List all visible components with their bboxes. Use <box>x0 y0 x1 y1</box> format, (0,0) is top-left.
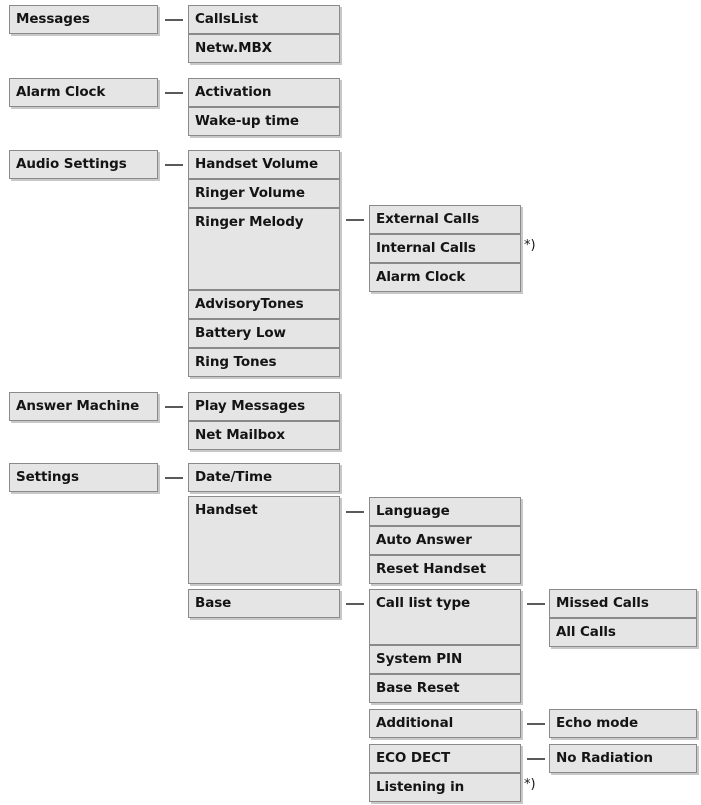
menu-node[interactable]: All Calls <box>549 618 697 647</box>
menu-node[interactable]: Handset <box>188 496 340 584</box>
menu-node-label: Messages <box>16 11 90 27</box>
menu-node-label: ECO DECT <box>376 750 451 766</box>
menu-node-label: Netw.MBX <box>195 40 272 56</box>
menu-node-label: Net Mailbox <box>195 427 285 443</box>
menu-node[interactable]: ECO DECT <box>369 744 521 773</box>
menu-node-label: Listening in <box>376 779 465 795</box>
menu-node[interactable]: Listening in <box>369 773 521 802</box>
menu-node[interactable]: Net Mailbox <box>188 421 340 450</box>
tree-connector <box>346 219 364 221</box>
menu-node-label: Alarm Clock <box>376 269 466 285</box>
menu-node[interactable]: AdvisoryTones <box>188 290 340 319</box>
menu-node-label: Additional <box>376 715 454 731</box>
menu-node[interactable]: Ringer Volume <box>188 179 340 208</box>
menu-node-label: Base <box>195 595 232 611</box>
menu-node[interactable]: Wake-up time <box>188 107 340 136</box>
menu-node-label: AdvisoryTones <box>195 296 304 312</box>
tree-connector <box>165 92 183 94</box>
menu-node-label: Base Reset <box>376 680 460 696</box>
menu-node-label: Date/Time <box>195 469 273 485</box>
menu-node[interactable]: Alarm Clock <box>9 78 158 107</box>
menu-tree-diagram: Messages CallsList Netw.MBX Alarm Clock Acti… <box>0 0 701 805</box>
tree-connector <box>165 406 183 408</box>
menu-node-label: System PIN <box>376 651 463 667</box>
menu-node-label: Settings <box>16 469 79 485</box>
menu-node[interactable]: CallsList <box>188 5 340 34</box>
menu-node[interactable]: External Calls <box>369 205 521 234</box>
menu-node-label: Internal Calls <box>376 240 476 256</box>
menu-node[interactable]: Ring Tones <box>188 348 340 377</box>
tree-connector <box>527 603 545 605</box>
menu-node[interactable]: Answer Machine <box>9 392 158 421</box>
tree-connector <box>346 511 364 513</box>
tree-connector <box>165 164 183 166</box>
tree-connector <box>165 19 183 21</box>
menu-node[interactable]: Audio Settings <box>9 150 158 179</box>
menu-node-label: Echo mode <box>556 715 639 731</box>
menu-node-label: Battery Low <box>195 325 286 341</box>
menu-node-label: Audio Settings <box>16 156 127 172</box>
menu-node[interactable]: Battery Low <box>188 319 340 348</box>
menu-node[interactable]: Auto Answer <box>369 526 521 555</box>
menu-node[interactable]: Missed Calls <box>549 589 697 618</box>
menu-node-label: No Radiation <box>556 750 653 766</box>
tree-connector <box>527 758 545 760</box>
menu-node-label: Missed Calls <box>556 595 649 611</box>
menu-node-label: Call list type <box>376 595 471 611</box>
menu-node-label: Activation <box>195 84 272 100</box>
menu-node[interactable]: System PIN <box>369 645 521 674</box>
menu-node[interactable]: Date/Time <box>188 463 340 492</box>
menu-node-label: Wake-up time <box>195 113 299 129</box>
menu-node-label: Play Messages <box>195 398 306 414</box>
menu-node[interactable]: Ringer Melody <box>188 208 340 290</box>
menu-node[interactable]: Netw.MBX <box>188 34 340 63</box>
menu-node[interactable]: Language <box>369 497 521 526</box>
menu-node[interactable]: Reset Handset <box>369 555 521 584</box>
menu-node[interactable]: Activation <box>188 78 340 107</box>
menu-node-label: Reset Handset <box>376 561 486 577</box>
tree-connector <box>165 477 183 479</box>
tree-connector <box>527 723 545 725</box>
tree-connector <box>346 603 364 605</box>
menu-node[interactable]: Alarm Clock <box>369 263 521 292</box>
menu-node[interactable]: Messages <box>9 5 158 34</box>
menu-node[interactable]: Base <box>188 589 340 618</box>
menu-node-label: Ringer Volume <box>195 185 305 201</box>
menu-node[interactable]: Base Reset <box>369 674 521 703</box>
menu-node[interactable]: Play Messages <box>188 392 340 421</box>
footnote-marker: *) <box>524 777 536 792</box>
menu-node-label: Alarm Clock <box>16 84 106 100</box>
menu-node[interactable]: Internal Calls <box>369 234 521 263</box>
menu-node[interactable]: Call list type <box>369 589 521 645</box>
menu-node-label: Ring Tones <box>195 354 277 370</box>
menu-node[interactable]: Handset Volume <box>188 150 340 179</box>
menu-node-label: External Calls <box>376 211 480 227</box>
menu-node-label: Ringer Melody <box>195 214 304 230</box>
menu-node[interactable]: Echo mode <box>549 709 697 738</box>
menu-node-label: Auto Answer <box>376 532 472 548</box>
menu-node[interactable]: Additional <box>369 709 521 738</box>
menu-node[interactable]: Settings <box>9 463 158 492</box>
menu-node-label: Language <box>376 503 450 519</box>
menu-node[interactable]: No Radiation <box>549 744 697 773</box>
footnote-marker: *) <box>524 238 536 253</box>
menu-node-label: Answer Machine <box>16 398 140 414</box>
menu-node-label: Handset Volume <box>195 156 319 172</box>
menu-node-label: Handset <box>195 502 258 518</box>
menu-node-label: CallsList <box>195 11 259 27</box>
menu-node-label: All Calls <box>556 624 616 640</box>
